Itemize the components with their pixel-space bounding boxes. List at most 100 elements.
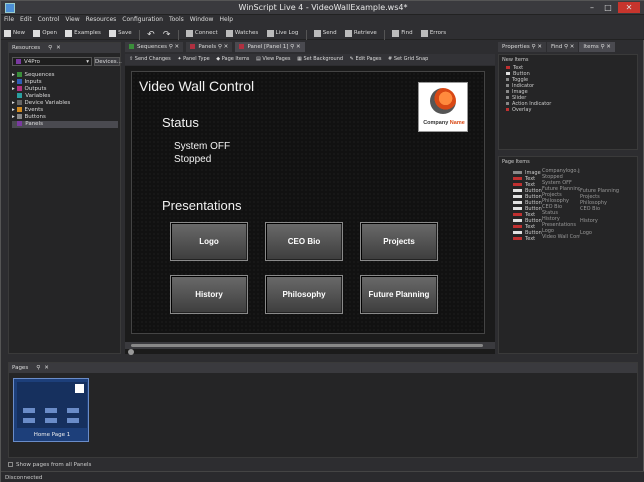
status-bar: Disconnected [1, 471, 644, 482]
save-button[interactable]: Save [106, 26, 135, 40]
resource-tree: ▸ Sequences ▸ Inputs ▸ Outputs Variables… [12, 72, 118, 128]
open-button[interactable]: Open [30, 26, 60, 40]
edit-pages-button[interactable]: ✎ Edit Pages [350, 56, 382, 62]
tree-item-device-variables[interactable]: ▸ Device Variables [12, 100, 118, 107]
set-background-button[interactable]: ▦ Set Background [297, 56, 343, 62]
text-item-icon [513, 237, 522, 240]
tab-sequences[interactable]: Sequences ⚲ ✕ [125, 42, 184, 52]
tree-item-label: Outputs [24, 86, 47, 92]
company-logo-image[interactable]: Company Name [418, 82, 468, 132]
presentations-heading[interactable]: Presentations [162, 198, 242, 213]
close-icon[interactable]: ✕ [296, 44, 301, 50]
status-heading[interactable]: Status [162, 115, 199, 130]
projects-button[interactable]: Projects [360, 222, 438, 261]
thumbnail-button [45, 418, 57, 423]
page-item-row[interactable]: Text Video Wall Control [513, 234, 634, 242]
history-button[interactable]: History [170, 275, 248, 314]
page-item-extra: CEO Bio [580, 206, 601, 212]
tab-panel-1[interactable]: Panel [Panel 1] ⚲ ✕ [235, 42, 305, 52]
ceo-bio-button[interactable]: CEO Bio [265, 222, 343, 261]
canvas-title[interactable]: Video Wall Control [139, 78, 254, 94]
panel-type-button[interactable]: ✦ Panel Type [177, 56, 209, 62]
close-icon[interactable]: ✕ [56, 45, 61, 51]
redo-button[interactable]: ↷ [160, 28, 174, 42]
pin-icon[interactable]: ⚲ [169, 44, 173, 50]
tab-panels[interactable]: Panels ⚲ ✕ [186, 42, 233, 52]
logo-emblem-icon [430, 88, 456, 114]
show-all-pages-option[interactable]: Show pages from all Panels [8, 462, 91, 468]
scrollbar-thumb[interactable] [131, 344, 483, 347]
tree-item-sequences[interactable]: ▸ Sequences [12, 72, 118, 79]
retrieve-button[interactable]: Retrieve [342, 26, 380, 40]
pin-icon[interactable]: ⚲ [532, 44, 536, 50]
close-icon[interactable]: ✕ [606, 44, 611, 50]
close-button[interactable]: ✕ [618, 2, 640, 13]
menu-resources[interactable]: Resources [83, 15, 120, 24]
set-grid-snap-button[interactable]: # Set Grid Snap [388, 56, 428, 62]
menu-help[interactable]: Help [216, 15, 236, 24]
menu-file[interactable]: File [1, 15, 17, 24]
tree-item-variables[interactable]: Variables [12, 93, 118, 100]
menu-bar: File Edit Control View Resources Configuratio… [1, 15, 644, 26]
menu-tools[interactable]: Tools [166, 15, 187, 24]
send-changes-button[interactable]: ⇪ Send Changes [129, 56, 171, 62]
pin-icon[interactable]: ⚲ [290, 44, 294, 50]
tab-properties[interactable]: Properties ⚲ ✕ [498, 42, 546, 52]
system-select-value: V4Pro [24, 59, 40, 65]
tab-find[interactable]: Find ⚲ ✕ [546, 42, 579, 52]
logo-button[interactable]: Logo [170, 222, 248, 261]
horizontal-scrollbar[interactable] [125, 342, 495, 349]
tab-items[interactable]: Items ⚲ ✕ [579, 42, 615, 52]
zoom-handle[interactable] [128, 349, 134, 355]
pin-icon[interactable]: ⚲ [48, 45, 52, 51]
tree-item-label: Inputs [24, 79, 42, 85]
menu-control[interactable]: Control [35, 15, 63, 24]
errors-button[interactable]: Errors [418, 26, 449, 40]
close-icon[interactable]: ✕ [537, 44, 542, 50]
close-icon[interactable]: ✕ [44, 365, 49, 371]
philosophy-button[interactable]: Philosophy [265, 275, 343, 314]
pin-icon[interactable]: ⚲ [564, 44, 568, 50]
close-icon[interactable]: ✕ [224, 44, 229, 50]
page-items-button[interactable]: ◆ Page Items [216, 56, 249, 62]
watches-button[interactable]: Watches [223, 26, 261, 40]
panel-canvas[interactable]: Video Wall Control Status System OFF Sto… [131, 71, 485, 334]
pin-icon[interactable]: ⚲ [601, 44, 605, 50]
tree-item-events[interactable]: ▸ Events [12, 107, 118, 114]
system-select[interactable]: V4Pro ▾ [12, 57, 92, 66]
live-log-button[interactable]: Live Log [264, 26, 302, 40]
thumbnail-label: Home Page 1 [33, 432, 71, 438]
undo-button[interactable]: ↶ [144, 28, 158, 42]
minimize-button[interactable]: – [585, 2, 599, 13]
maximize-button[interactable]: □ [601, 2, 615, 13]
close-icon[interactable]: ✕ [570, 44, 575, 50]
view-pages-button[interactable]: ▤ View Pages [256, 56, 291, 62]
tree-item-outputs[interactable]: ▸ Outputs [12, 86, 118, 93]
stopped-text[interactable]: Stopped [174, 154, 211, 165]
tree-item-buttons[interactable]: ▸ Buttons [12, 114, 118, 121]
new-item-overlay[interactable]: Overlay [506, 107, 634, 113]
new-button[interactable]: New [1, 26, 28, 40]
connect-button[interactable]: Connect [183, 26, 221, 40]
close-icon[interactable]: ✕ [175, 44, 180, 50]
tree-item-inputs[interactable]: ▸ Inputs [12, 79, 118, 86]
examples-button[interactable]: Examples [62, 26, 104, 40]
menu-edit[interactable]: Edit [17, 15, 35, 24]
events-icon [16, 107, 22, 112]
overlay-item-icon [506, 108, 509, 111]
future-planning-button[interactable]: Future Planning [360, 275, 438, 314]
pin-icon[interactable]: ⚲ [218, 44, 222, 50]
menu-window[interactable]: Window [187, 15, 217, 24]
pin-icon[interactable]: ⚲ [36, 365, 40, 371]
find-button[interactable]: Find [389, 26, 415, 40]
show-all-pages-label: Show pages from all Panels [16, 462, 92, 468]
toggle-item-icon [506, 78, 509, 81]
page-thumbnail[interactable]: Home Page 1 [13, 378, 89, 442]
system-off-text[interactable]: System OFF [174, 141, 230, 152]
menu-view[interactable]: View [62, 15, 82, 24]
show-all-pages-checkbox[interactable] [8, 462, 13, 467]
menu-configuration[interactable]: Configuration [119, 15, 166, 24]
send-button[interactable]: Send [311, 26, 340, 40]
tree-item-panels[interactable]: Panels [12, 121, 118, 128]
devices-button[interactable]: Devices... [94, 57, 122, 66]
